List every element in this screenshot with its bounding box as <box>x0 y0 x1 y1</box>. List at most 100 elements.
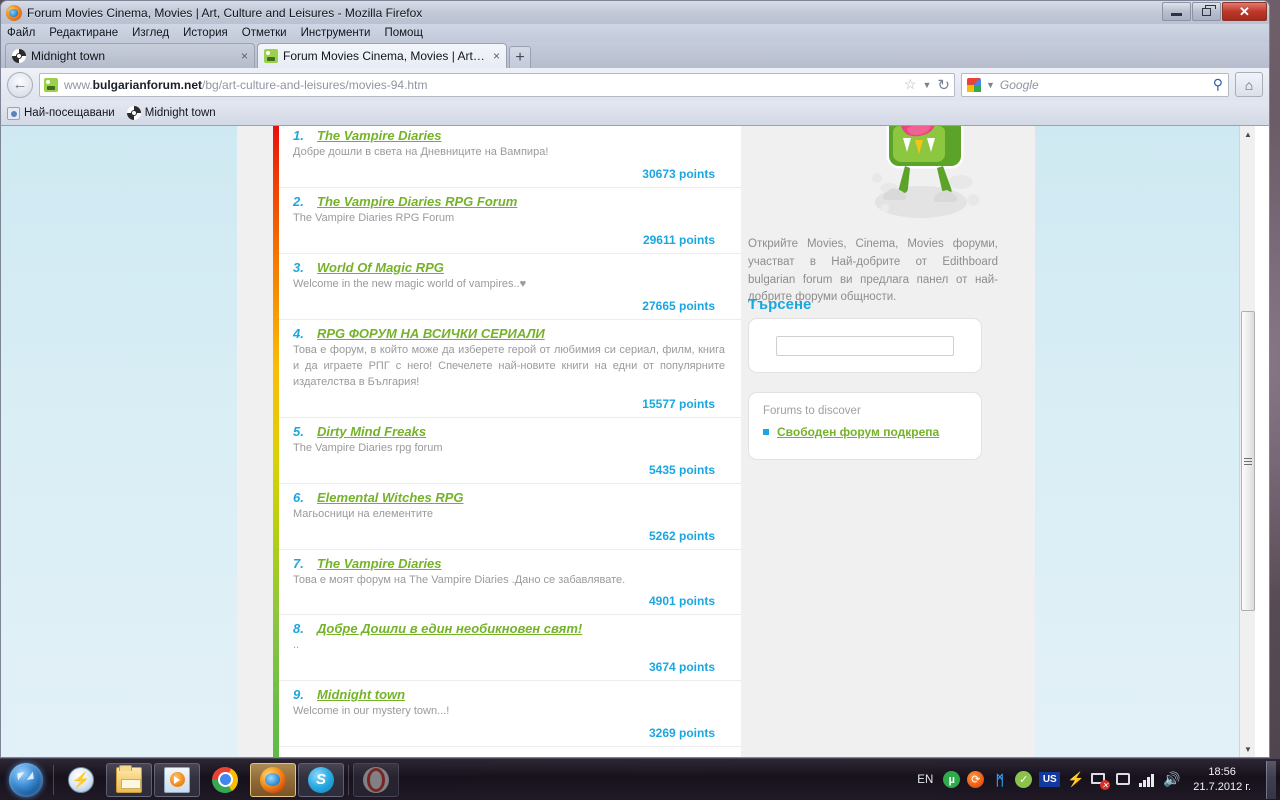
speedfan-icon: ⚡ <box>68 766 94 793</box>
bookmark-most-visited[interactable]: Най-посещавани <box>7 106 115 120</box>
forum-list-item[interactable]: 7. The Vampire Diaries Това е моят форум… <box>279 550 741 616</box>
media-player-icon <box>164 766 190 793</box>
start-button[interactable] <box>2 761 50 799</box>
bookmarks-bar: Най-посещавани Midnight town <box>0 101 1270 126</box>
item-points: 30673 points <box>642 166 715 181</box>
forum-list-item[interactable]: 2. The Vampire Diaries RPG Forum The Vam… <box>279 188 741 254</box>
forum-list-item[interactable]: 5. Dirty Mind Freaks The Vampire Diaries… <box>279 418 741 484</box>
item-rank: 3. <box>293 259 304 275</box>
discover-link[interactable]: Свободен форум подкрепа <box>777 425 939 439</box>
keyboard-layout-icon[interactable]: US <box>1039 772 1061 787</box>
spiral-icon <box>126 106 141 120</box>
item-title-link[interactable]: RPG ФОРУМ НА ВСИЧКИ СЕРИАЛИ <box>317 326 545 341</box>
forums-to-discover-card: Forums to discover Свободен форум подкре… <box>748 392 982 460</box>
item-points: 5435 points <box>648 462 715 477</box>
taskbar-media-player[interactable] <box>154 762 200 797</box>
reload-icon[interactable]: ↻ <box>937 76 950 94</box>
search-engine-chevron-icon[interactable]: ▼ <box>986 80 995 90</box>
scroll-down-arrow-icon[interactable]: ▼ <box>1240 741 1255 757</box>
forum-list-item[interactable]: 9. Midnight town Welcome in our mystery … <box>279 681 741 748</box>
taskbar: ⚡ S EN µ ⟳ ᛗ ✓ US ⚡ ✕ 🔊 18:56 21.7.2012 … <box>0 758 1280 800</box>
forum-list-item[interactable]: 4. RPG ФОРУМ НА ВСИЧКИ СЕРИАЛИ Това е фо… <box>279 320 741 418</box>
item-title-link[interactable]: Добре Дошли в един необикновен свят! <box>317 621 582 636</box>
taskbar-speedfan[interactable]: ⚡ <box>58 763 104 797</box>
scroll-up-arrow-icon[interactable]: ▲ <box>1240 126 1255 143</box>
search-placeholder: Google <box>999 77 1039 92</box>
chrome-icon <box>212 766 238 793</box>
taskbar-firefox[interactable] <box>250 762 296 797</box>
restore-button[interactable] <box>1192 2 1221 21</box>
item-title-link[interactable]: The Vampire Diaries <box>317 128 442 143</box>
skype-icon: S <box>308 766 334 793</box>
reload-orange-icon[interactable]: ⟳ <box>967 771 985 788</box>
home-button[interactable]: ⌂ <box>1235 72 1263 97</box>
item-title-link[interactable]: Dirty Mind Freaks <box>317 424 426 439</box>
language-indicator[interactable]: EN <box>917 774 933 786</box>
url-text: www.bulgarianforum.net/bg/art-culture-an… <box>64 78 898 92</box>
taskbar-file-explorer[interactable] <box>106 762 152 797</box>
page-scrollbar[interactable]: ▲ ▼ <box>1239 126 1255 757</box>
item-title-link[interactable]: The Vampire Diaries RPG Forum <box>317 194 517 209</box>
close-button[interactable]: ✕ <box>1222 2 1267 21</box>
item-rank: 2. <box>293 193 304 209</box>
safely-remove-icon[interactable] <box>1115 771 1132 788</box>
taskbar-separator <box>53 764 54 795</box>
signal-strength-icon[interactable] <box>1139 773 1156 787</box>
clock[interactable]: 18:56 21.7.2012 г. <box>1193 765 1251 795</box>
item-description: Това е форум, в който може да изберете г… <box>293 343 725 388</box>
forum-list-item[interactable]: 8. Добре Дошли в един необикновен свят! … <box>279 615 741 682</box>
menu-edit[interactable]: Редактиране <box>49 27 118 39</box>
chevron-down-icon[interactable]: ▼ <box>923 80 932 90</box>
menu-tools[interactable]: Инструменти <box>301 27 371 39</box>
back-button[interactable]: ← <box>7 71 33 98</box>
green-monster-mascot-icon <box>872 126 979 218</box>
search-magnifier-icon[interactable]: ⚲ <box>1213 76 1223 93</box>
url-bar[interactable]: www.bulgarianforum.net/bg/art-culture-an… <box>39 72 955 97</box>
spiral-icon <box>12 49 26 63</box>
forum-list-item[interactable]: 1. The Vampire Diaries Добре дошли в све… <box>279 126 741 188</box>
window-controls: ✕ <box>1162 2 1267 21</box>
minimize-button[interactable] <box>1162 2 1191 21</box>
search-input[interactable] <box>776 335 954 356</box>
antivirus-shield-icon[interactable]: ✓ <box>1015 771 1033 788</box>
taskbar-skype[interactable]: S <box>298 762 344 797</box>
firefox-logo-icon <box>6 4 22 21</box>
bookmark-midnight-town[interactable]: Midnight town <box>126 106 216 120</box>
bluetooth-icon[interactable]: ᛗ <box>991 771 1008 788</box>
show-desktop-button[interactable] <box>1266 760 1276 799</box>
item-description: Welcome in our mystery town...! <box>293 705 450 718</box>
tab-midnight-town[interactable]: Midnight town × <box>5 43 255 68</box>
scrollbar-thumb[interactable] <box>1241 311 1255 611</box>
search-bar[interactable]: ▼ Google ⚲ <box>961 72 1229 97</box>
flash-icon[interactable]: ⚡ <box>1067 771 1084 788</box>
menu-history[interactable]: История <box>183 27 228 39</box>
menu-view[interactable]: Изглед <box>132 27 169 39</box>
discover-row: Свободен форум подкрепа <box>763 425 967 439</box>
menu-bookmarks[interactable]: Отметки <box>242 27 287 39</box>
item-title-link[interactable]: Midnight town <box>317 687 405 702</box>
firefox-window: Forum Movies Cinema, Movies | Art, Cultu… <box>0 0 1270 758</box>
tab-forum-movies[interactable]: Forum Movies Cinema, Movies | Art, ... × <box>257 43 507 68</box>
google-icon[interactable] <box>967 77 981 92</box>
forum-list-item[interactable]: 6. Elemental Witches RPG Магьосници на е… <box>279 484 741 550</box>
taskbar-chrome[interactable] <box>202 763 248 797</box>
tab-close-icon[interactable]: × <box>241 49 248 63</box>
network-error-icon[interactable]: ✕ <box>1091 771 1111 790</box>
item-title-link[interactable]: Elemental Witches RPG <box>317 490 464 505</box>
menu-bar: Файл Редактиране Изглед История Отметки … <box>0 24 1270 42</box>
tab-close-icon[interactable]: × <box>493 49 500 63</box>
volume-icon[interactable]: 🔊 <box>1163 771 1180 788</box>
tab-strip: Midnight town × Forum Movies Cinema, Mov… <box>0 42 1270 68</box>
item-title-link[interactable]: World Of Magic RPG <box>317 260 444 275</box>
item-title-link[interactable]: The Vampire Diaries <box>317 556 442 571</box>
item-rank: 7. <box>293 555 304 571</box>
bookmark-star-icon[interactable]: ☆ <box>904 76 917 93</box>
utorrent-icon[interactable]: µ <box>943 771 961 788</box>
menu-file[interactable]: Файл <box>7 27 35 39</box>
item-points: 4901 points <box>648 594 715 609</box>
bookmark-label: Midnight town <box>144 107 216 119</box>
taskbar-opera[interactable] <box>353 762 399 797</box>
forum-list-item[interactable]: 3. World Of Magic RPG Welcome in the new… <box>279 254 741 320</box>
new-tab-button[interactable]: + <box>509 46 531 68</box>
menu-help[interactable]: Помощ <box>384 27 422 39</box>
